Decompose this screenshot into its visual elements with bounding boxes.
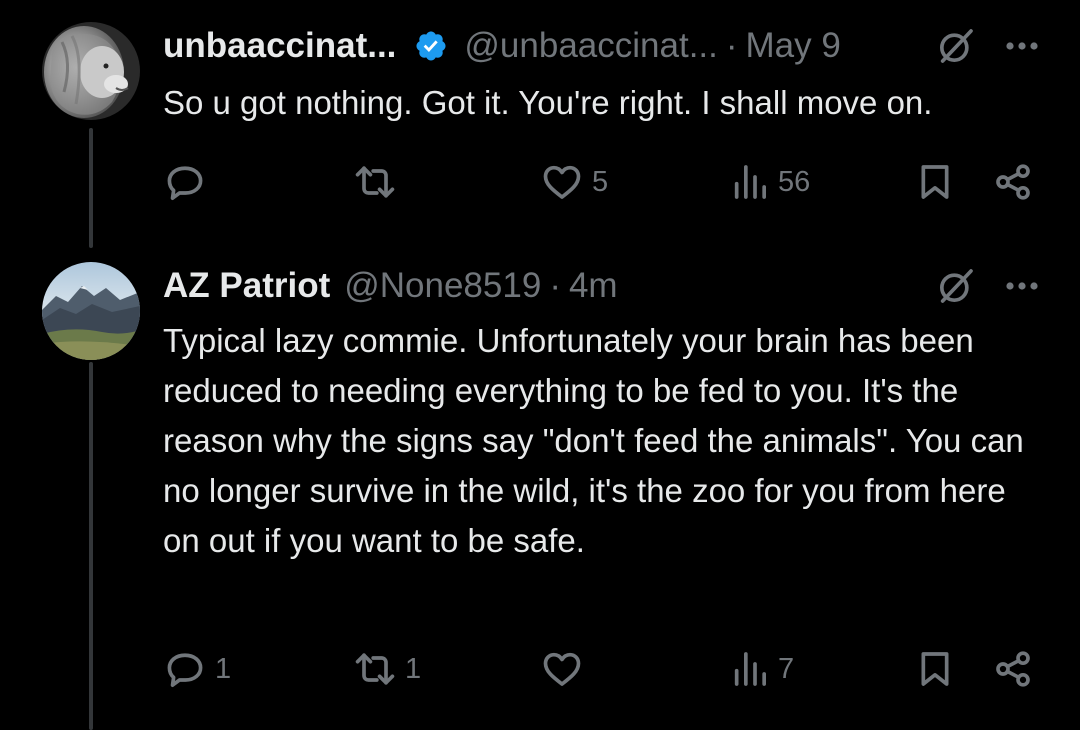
reply-icon <box>167 653 203 687</box>
view-count: 56 <box>778 165 811 198</box>
like-button[interactable]: 5 <box>540 157 608 207</box>
heart-icon <box>543 652 581 686</box>
post-header: AZ Patriot @None8519 · 4m <box>163 260 1040 312</box>
mountain-avatar-image <box>42 262 140 360</box>
avatar[interactable] <box>42 22 140 120</box>
repost-icon <box>355 166 395 198</box>
heart-icon <box>543 165 581 199</box>
share-icon <box>996 164 1030 200</box>
reply-button[interactable] <box>163 157 215 207</box>
display-name[interactable]: unbaaccinat... <box>163 26 396 66</box>
view-count: 7 <box>778 652 795 685</box>
repost-button[interactable] <box>353 157 405 207</box>
more-options-icon[interactable] <box>1004 40 1040 52</box>
verified-badge-icon <box>414 29 448 63</box>
share-icon <box>996 651 1030 687</box>
separator-dot: · <box>549 266 561 305</box>
repost-button[interactable]: 1 <box>353 644 421 694</box>
post-timestamp[interactable]: 4m <box>569 266 618 306</box>
bookmark-icon <box>921 165 949 199</box>
grok-icon[interactable] <box>936 266 976 306</box>
post-text: Typical lazy commie. Unfortunately your … <box>163 322 1024 559</box>
like-button[interactable] <box>540 644 592 694</box>
display-name[interactable]: AZ Patriot <box>163 266 330 306</box>
reply-count: 1 <box>215 652 232 685</box>
bookmark-button[interactable] <box>915 644 955 694</box>
separator-dot: · <box>725 26 738 65</box>
like-count: 5 <box>592 165 609 198</box>
grok-icon[interactable] <box>936 26 976 66</box>
share-button[interactable] <box>993 157 1033 207</box>
post-text: So u got nothing. Got it. You're right. … <box>163 84 933 121</box>
avatar[interactable] <box>42 262 140 360</box>
share-button[interactable] <box>993 644 1033 694</box>
repost-icon <box>355 653 395 685</box>
thread-line <box>89 128 93 248</box>
reply-button[interactable]: 1 <box>163 644 231 694</box>
post-header: unbaaccinat... @unbaaccinat... · May 9 <box>163 20 1040 72</box>
action-bar: 1 1 7 <box>163 644 1040 694</box>
user-handle[interactable]: @None8519 <box>344 266 541 306</box>
more-options-icon[interactable] <box>1004 280 1040 292</box>
views-button[interactable]: 56 <box>730 157 810 207</box>
repost-count: 1 <box>405 652 422 685</box>
lion-avatar-image <box>42 22 140 120</box>
views-button[interactable]: 7 <box>730 644 794 694</box>
views-chart-icon <box>734 652 766 686</box>
post-timestamp[interactable]: May 9 <box>746 26 841 66</box>
views-chart-icon <box>734 165 766 199</box>
bookmark-button[interactable] <box>915 157 955 207</box>
thread-line <box>89 362 93 730</box>
user-handle[interactable]: @unbaaccinat... <box>464 26 717 66</box>
bookmark-icon <box>921 652 949 686</box>
action-bar: 5 56 <box>163 157 1040 207</box>
reply-icon <box>167 166 203 200</box>
